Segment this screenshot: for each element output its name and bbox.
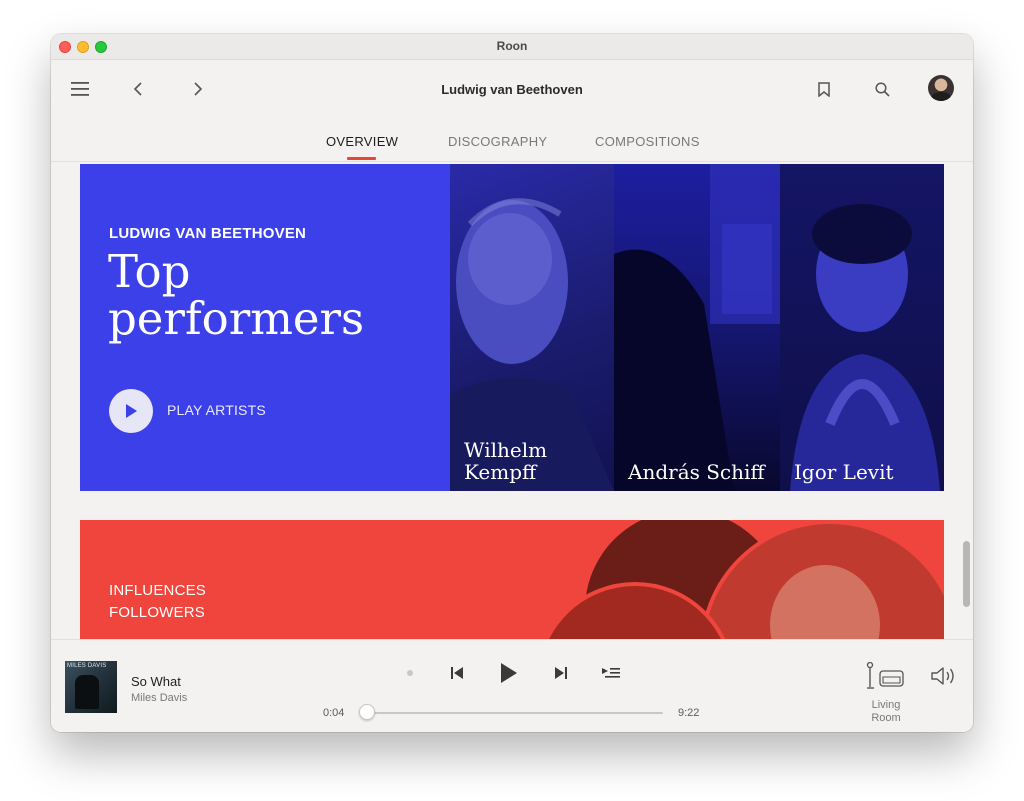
play-artists-label[interactable]: PLAY ARTISTS <box>167 402 266 418</box>
album-art[interactable]: MILES DAVIS <box>65 661 117 713</box>
player-bar: MILES DAVIS So What Miles Davis 0:04 9:2… <box>51 639 973 732</box>
desktop: Roon Ludwig van Beethoven OVERVIEW DISCO… <box>0 0 1024 801</box>
roon-window: Roon Ludwig van Beethoven OVERVIEW DISCO… <box>51 34 973 732</box>
next-track-button[interactable] <box>551 662 571 684</box>
search-button[interactable] <box>869 76 895 102</box>
elapsed-time: 0:04 <box>323 707 345 719</box>
performer-tile-kempff[interactable]: Wilhelm Kempff <box>450 164 614 491</box>
bookmark-button[interactable] <box>811 76 837 102</box>
avatar[interactable] <box>928 75 954 101</box>
progress-knob[interactable] <box>359 704 376 720</box>
followers-label: FOLLOWERS <box>109 604 205 621</box>
track-artist[interactable]: Miles Davis <box>131 692 187 704</box>
volume-icon <box>931 667 954 685</box>
previous-track-icon <box>451 667 463 679</box>
queue-icon <box>602 668 620 678</box>
performer-tile-schiff[interactable]: András Schiff <box>614 164 780 491</box>
track-duration: 9:22 <box>678 707 700 719</box>
queue-button[interactable] <box>600 663 622 683</box>
search-icon <box>874 81 890 97</box>
zone-selector-button[interactable] <box>864 660 908 692</box>
tab-overview[interactable]: OVERVIEW <box>326 134 398 149</box>
play-button[interactable] <box>497 659 521 687</box>
volume-button[interactable] <box>929 664 959 688</box>
window-title: Roon <box>496 39 528 53</box>
scrollbar[interactable] <box>963 541 970 607</box>
performer-name-kempff: Wilhelm Kempff <box>464 438 548 484</box>
bookmark-icon <box>818 81 830 97</box>
play-icon <box>126 404 137 418</box>
header: Ludwig van Beethoven OVERVIEW DISCOGRAPH… <box>51 60 973 162</box>
hero-artist-label: LUDWIG VAN BEETHOVEN <box>109 225 307 242</box>
performer-tile-levit[interactable]: Igor Levit <box>780 164 944 491</box>
title-bar: Roon <box>51 34 973 60</box>
performer-portrait-schiff <box>614 164 780 491</box>
performer-name-schiff: András Schiff <box>628 460 765 484</box>
content-area: LUDWIG VAN BEETHOVEN Top performers PLAY… <box>51 163 973 639</box>
zone-name[interactable]: Living Room <box>866 699 906 725</box>
performer-name-levit: Igor Levit <box>794 460 894 484</box>
play-icon <box>501 663 517 683</box>
zone-device-icon <box>866 662 904 689</box>
play-artists-button[interactable] <box>109 389 153 433</box>
top-performers-card[interactable]: LUDWIG VAN BEETHOVEN Top performers PLAY… <box>80 164 944 491</box>
tab-compositions[interactable]: COMPOSITIONS <box>595 134 700 149</box>
next-track-icon <box>555 667 567 679</box>
influences-label: INFLUENCES <box>109 582 207 599</box>
previous-track-button[interactable] <box>447 662 467 684</box>
active-tab-indicator <box>347 157 376 160</box>
track-title[interactable]: So What <box>131 674 181 689</box>
hero-title: Top performers <box>108 245 365 345</box>
influences-followers-card[interactable]: INFLUENCES FOLLOWERS <box>80 520 944 639</box>
progress-track[interactable] <box>365 712 663 714</box>
tab-bar: OVERVIEW DISCOGRAPHY COMPOSITIONS <box>51 132 973 162</box>
dot-icon <box>407 670 413 676</box>
album-art-text: MILES DAVIS <box>67 663 107 669</box>
performer-portrait-levit <box>790 204 940 491</box>
tab-discography[interactable]: DISCOGRAPHY <box>448 134 547 149</box>
radio-button[interactable] <box>403 666 417 680</box>
